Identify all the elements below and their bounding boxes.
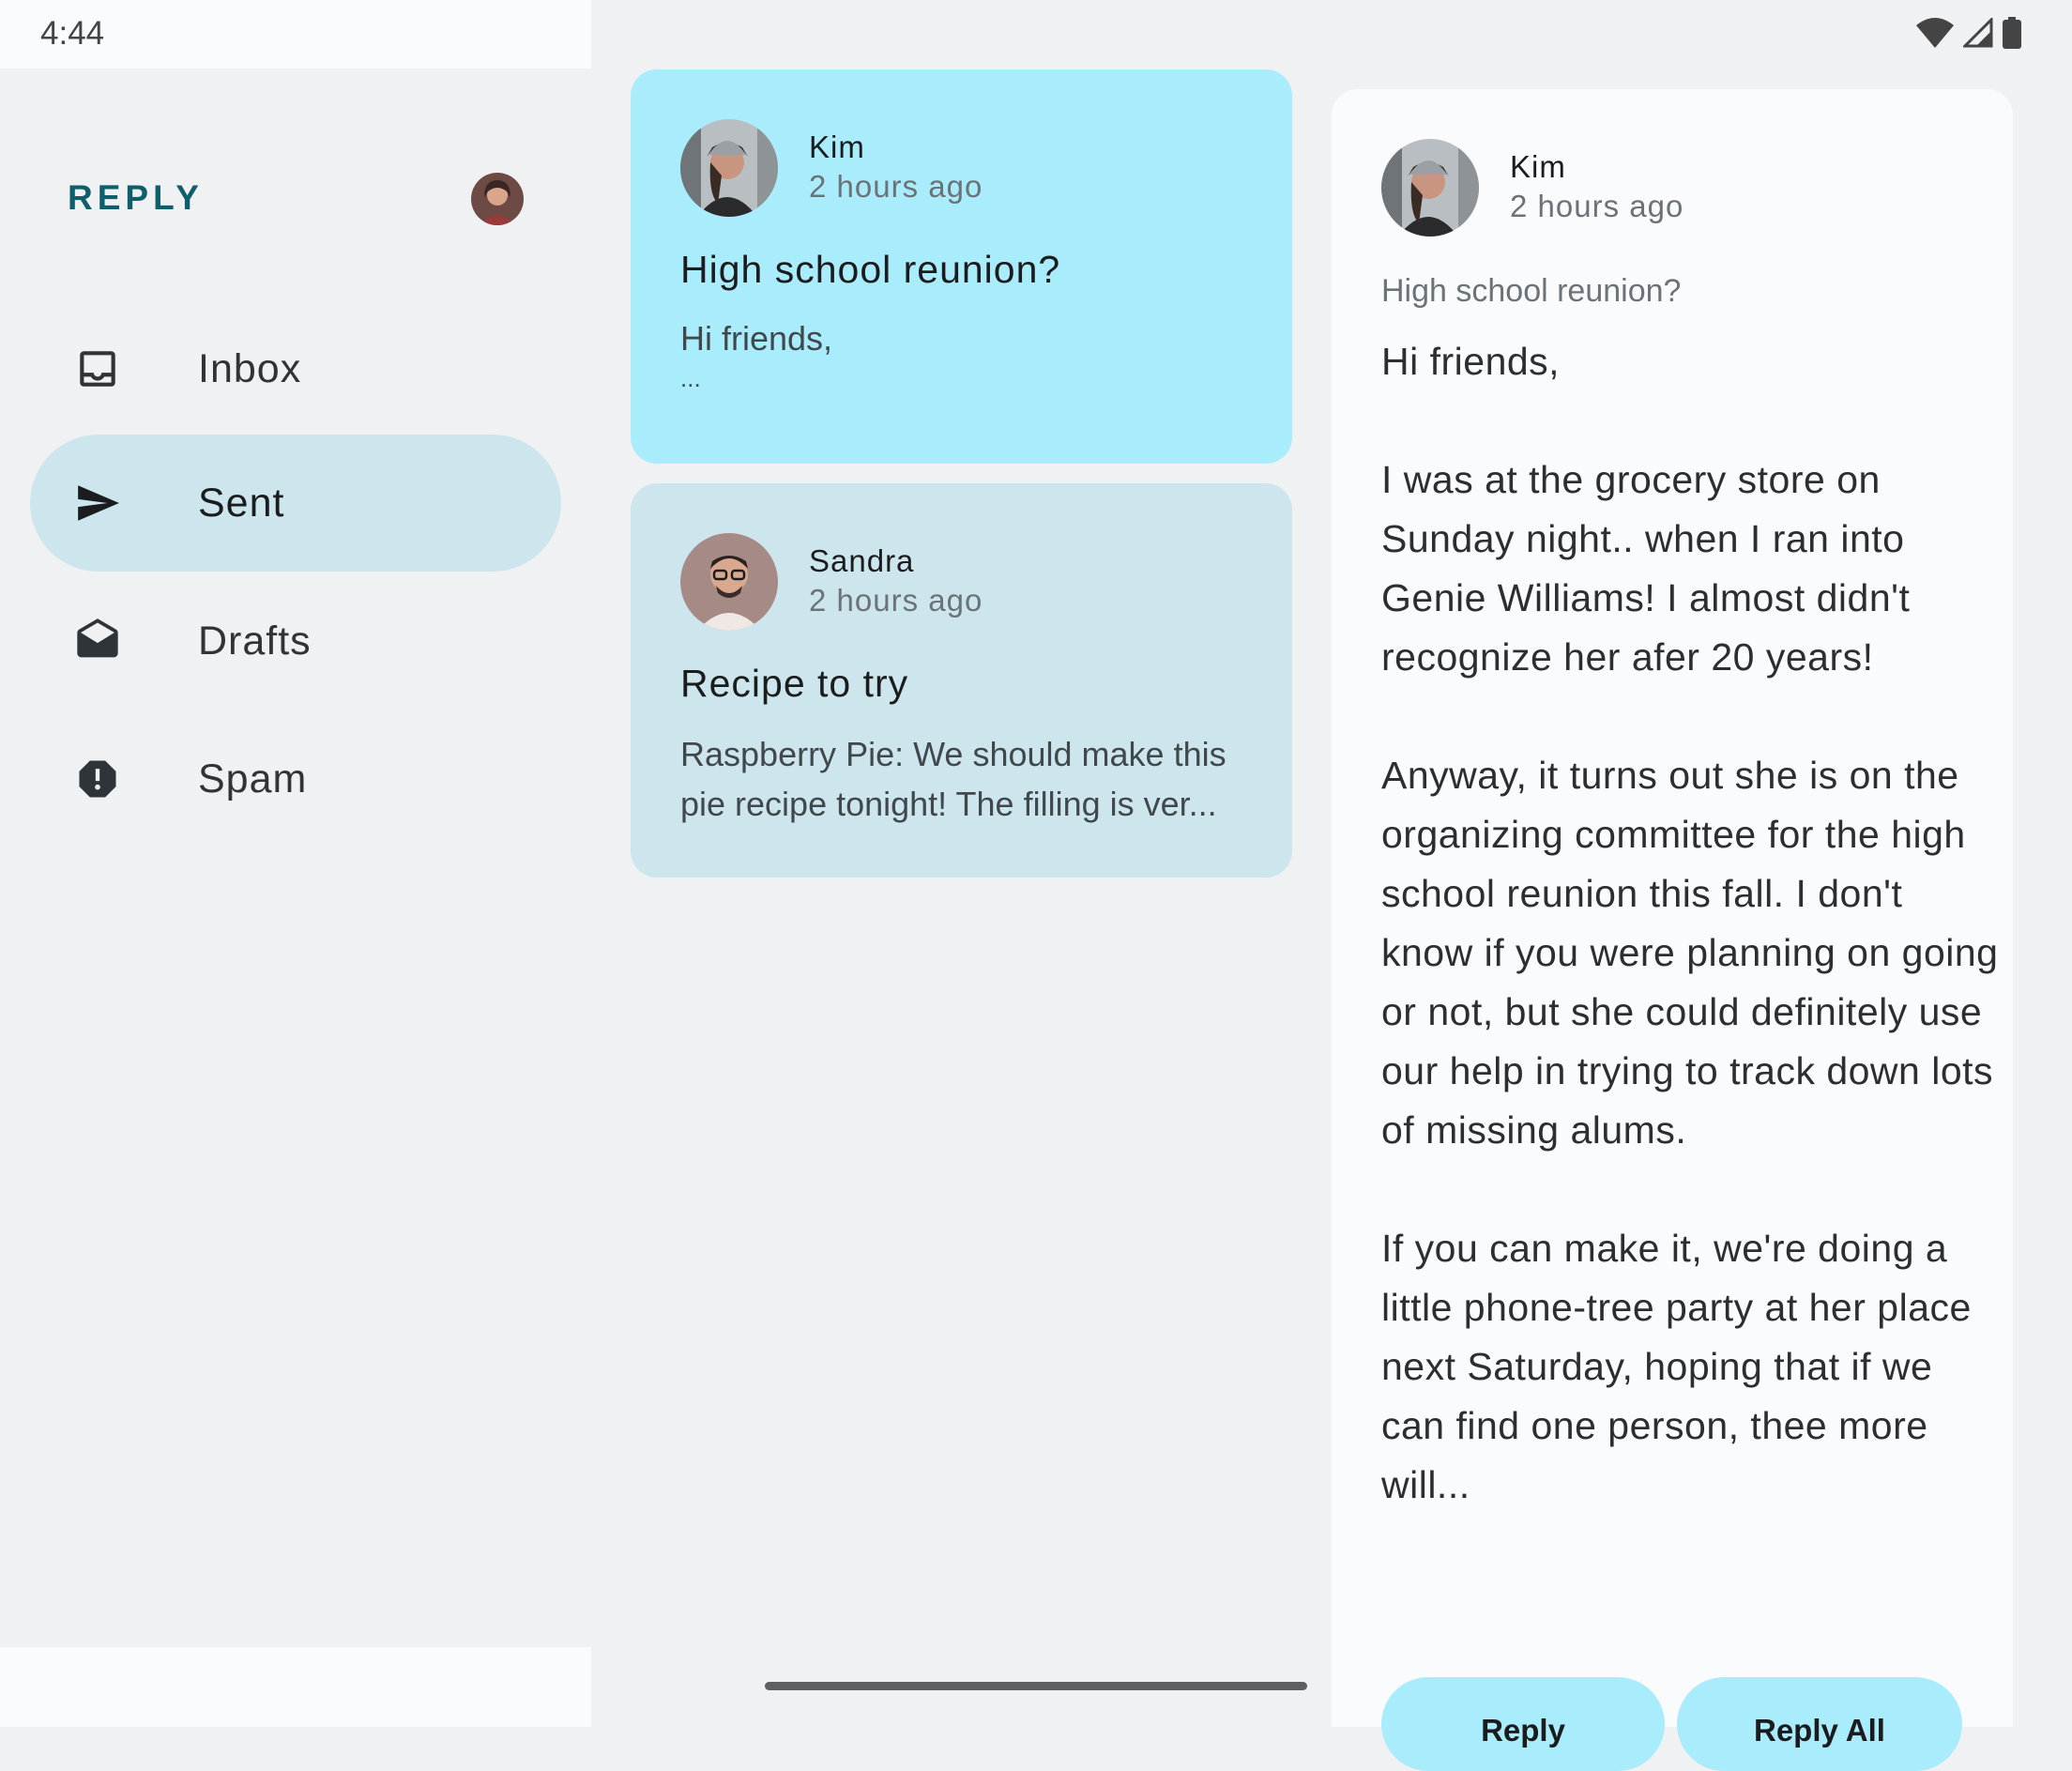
nav-item-sent[interactable]: Sent [30,435,561,572]
sender-avatar [1381,139,1479,237]
status-icons [1916,17,2021,49]
reply-button[interactable]: Reply [1381,1677,1665,1771]
nav-item-label: Sent [198,480,285,526]
detail-paragraph: If you can make it, we're doing a little… [1381,1227,1972,1506]
nav-item-drafts[interactable]: Drafts [30,573,561,710]
email-time: 2 hours ago [809,583,983,618]
reply-all-button[interactable]: Reply All [1677,1677,1962,1771]
email-subject: High school reunion? [680,248,1061,291]
app-logo: REPLY [68,178,204,217]
email-card-sandra[interactable]: Sandra 2 hours ago Recipe to try Raspber… [631,483,1292,878]
report-icon [69,751,126,807]
sender-name: Kim [809,130,865,164]
status-time: 4:44 [40,15,105,52]
detail-sender-name: Kim [1510,149,1566,184]
sender-name: Sandra [809,543,915,578]
detail-paragraph: I was at the grocery store on Sunday nig… [1381,458,1911,679]
signal-icon [1963,18,1993,48]
sender-avatar [680,533,778,631]
detail-body: Hi friends, I was at the grocery store o… [1381,332,2001,1574]
nav-bottom-area [0,1647,591,1727]
sender-avatar [680,119,778,217]
drafts-icon [69,613,126,669]
email-card-kim[interactable]: Kim 2 hours ago High school reunion? Hi … [631,69,1292,464]
email-time: 2 hours ago [809,169,983,204]
battery-icon [2003,17,2021,49]
nav-item-label: Inbox [198,345,302,391]
nav-item-inbox[interactable]: Inbox [30,300,561,437]
gesture-nav-bar[interactable] [765,1682,1307,1690]
detail-greeting: Hi friends, [1381,340,1561,383]
detail-time: 2 hours ago [1510,189,1684,223]
detail-paragraph: Anyway, it turns out she is on the organ… [1381,754,1999,1152]
profile-avatar[interactable] [471,173,524,225]
email-detail-pane: Kim 2 hours ago High school reunion? Hi … [1332,89,2013,1771]
email-snippet: pie recipe tonight! The filling is ver..… [680,785,1217,823]
nav-item-label: Spam [198,756,308,802]
nav-item-spam[interactable]: Spam [30,710,561,847]
email-snippet: Raspberry Pie: We should make this [680,735,1226,773]
email-subject: Recipe to try [680,662,909,705]
email-snippet-more: ... [680,364,701,392]
inbox-icon [69,341,126,397]
nav-item-label: Drafts [198,618,312,664]
email-snippet: Hi friends, [680,319,833,358]
detail-subject: High school reunion? [1381,273,1682,309]
wifi-icon [1916,18,1954,48]
send-icon [69,475,126,531]
